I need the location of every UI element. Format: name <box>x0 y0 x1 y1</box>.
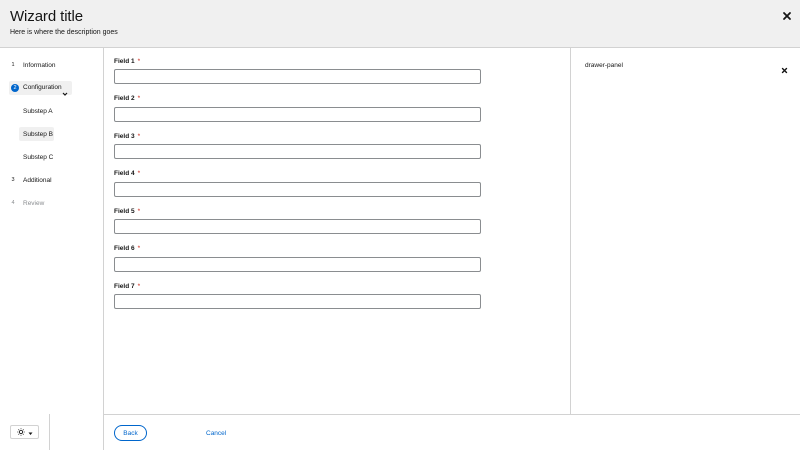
step-number: 4 <box>11 200 15 206</box>
wizard-body: Field 1 * Field 2 * Field 3 * Field 4 * Fiel… <box>104 48 571 414</box>
field-4-label: Field 4 * <box>114 170 141 177</box>
field-7-input[interactable] <box>114 294 481 309</box>
field-3-input[interactable] <box>114 144 481 159</box>
nav-step-additional[interactable]: 3 Additional <box>9 173 52 187</box>
drawer-text: drawer-panel <box>585 62 623 69</box>
field-4-input[interactable] <box>114 182 481 197</box>
nav-step-review: 4 Review <box>9 196 44 210</box>
field-1-label: Field 1 * <box>114 58 141 65</box>
wizard-nav: 1 Information 2 Configuration Substep A … <box>0 48 104 450</box>
field-2-label: Field 2 * <box>114 95 141 102</box>
field-1-input[interactable] <box>114 69 481 84</box>
sun-icon <box>16 423 25 441</box>
divider <box>49 414 50 450</box>
step-label: Configuration <box>23 84 62 91</box>
caret-down-icon <box>28 423 33 441</box>
step-number: 1 <box>11 62 15 68</box>
nav-substep-b[interactable]: Substep B <box>19 127 54 141</box>
wizard-title: Wizard title <box>10 8 83 25</box>
field-6-label: Field 6 * <box>114 245 141 252</box>
drawer-close-icon[interactable] <box>780 62 789 74</box>
cancel-button[interactable]: Cancel <box>206 425 226 441</box>
wizard-footer: Back Cancel <box>104 414 800 450</box>
step-label: Review <box>23 199 45 207</box>
drawer-panel: drawer-panel <box>570 48 800 414</box>
field-3-label: Field 3 * <box>114 133 141 140</box>
field-5-input[interactable] <box>114 219 481 234</box>
nav-step-configuration[interactable]: 2 Configuration <box>9 81 72 96</box>
wizard-description: Here is where the description goes <box>10 29 118 36</box>
back-button[interactable]: Back <box>114 425 147 441</box>
theme-toggle-button[interactable] <box>10 425 39 439</box>
step-number-current: 2 <box>11 84 19 92</box>
nav-substep-a[interactable]: Substep A <box>19 104 54 118</box>
field-7-label: Field 7 * <box>114 283 141 290</box>
step-label: Information <box>23 61 56 69</box>
chevron-down-icon[interactable] <box>62 84 68 96</box>
field-5-label: Field 5 * <box>114 208 141 215</box>
nav-substep-c[interactable]: Substep C <box>19 150 54 164</box>
nav-step-information[interactable]: 1 Information <box>9 58 56 72</box>
wizard-header: Wizard title Here is where the descripti… <box>0 0 800 48</box>
step-number: 3 <box>11 177 15 183</box>
close-icon[interactable] <box>780 9 794 23</box>
field-6-input[interactable] <box>114 257 481 272</box>
step-label: Additional <box>23 176 52 184</box>
field-2-input[interactable] <box>114 107 481 122</box>
